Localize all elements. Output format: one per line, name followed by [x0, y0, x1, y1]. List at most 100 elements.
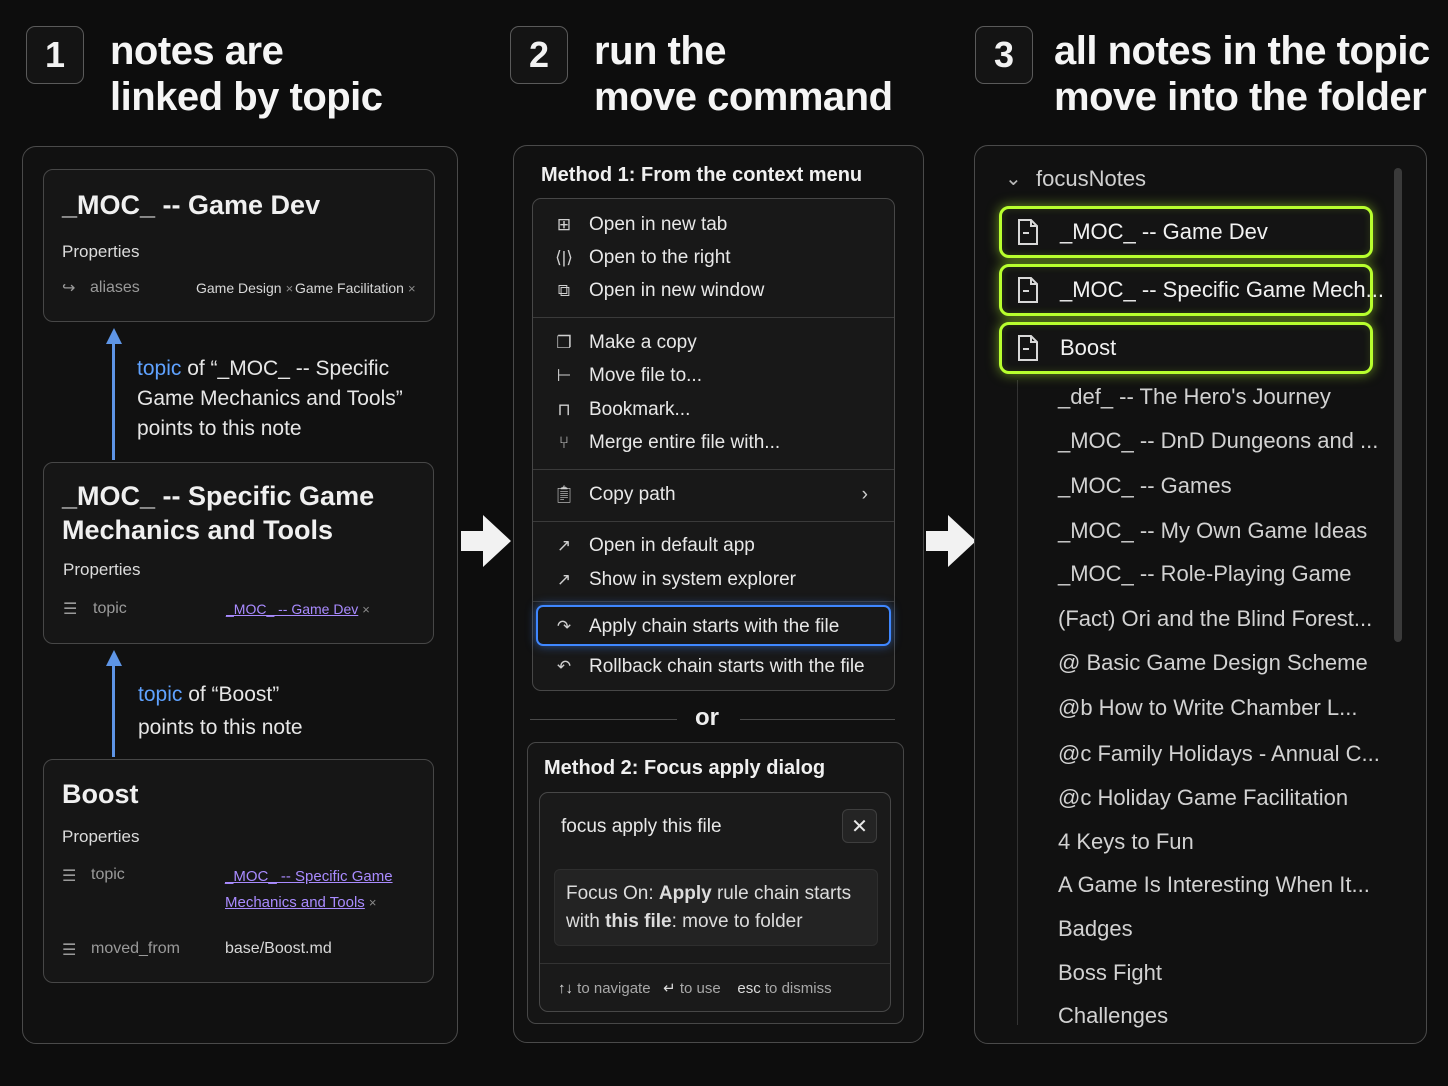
alias-label: Game Facilitation — [295, 280, 404, 296]
tree-item[interactable]: A Game Is Interesting When It... — [1058, 872, 1370, 898]
menu-item-rollback-chain[interactable]: ↶ Rollback chain starts with the file — [533, 651, 894, 683]
note-title-line: Mechanics and Tools — [62, 515, 334, 545]
step-title-line: run the — [594, 29, 727, 73]
tree-item[interactable]: @c Holiday Game Facilitation — [1058, 785, 1348, 811]
next-step-arrow-icon — [461, 515, 511, 567]
properties-label: Properties — [63, 560, 141, 579]
menu-item-copy-path[interactable]: 📋︎ Copy path › — [533, 479, 894, 511]
note-card-specific-game-mechanics[interactable]: _MOC_ -- Specific Game Mechanics and Too… — [43, 462, 434, 644]
suggestion-part: : move to folder — [671, 911, 803, 932]
properties-label: Properties — [62, 827, 140, 846]
folder-focusnotes[interactable]: focusNotes — [1036, 166, 1146, 192]
method-2-title: Method 2: Focus apply dialog — [544, 757, 826, 779]
tree-item[interactable]: _MOC_ -- My Own Game Ideas — [1058, 518, 1367, 544]
remove-topic-icon[interactable]: × — [369, 895, 377, 910]
topic-link[interactable]: _MOC_ -- Game Dev × — [226, 601, 370, 617]
property-key-topic: topic — [91, 866, 125, 883]
menu-item-open-right[interactable]: ⟨|⟩ Open to the right — [533, 242, 894, 274]
file-label: _MOC_ -- Specific Game Mech... — [1060, 277, 1384, 302]
note-card-game-dev[interactable]: _MOC_ -- Game Dev Properties ↪ aliases G… — [43, 169, 435, 322]
menu-item-label: Merge entire file with... — [589, 432, 781, 453]
tree-item[interactable]: @b How to Write Chamber L... — [1058, 695, 1357, 721]
remove-alias-icon[interactable]: × — [286, 281, 294, 296]
menu-item-open-new-tab[interactable]: ⊞ Open in new tab — [533, 209, 894, 241]
suggestion-part: with — [566, 911, 606, 932]
dialog-input[interactable]: focus apply this file — [561, 816, 722, 838]
suggestion-text: Focus On: Apply rule chain starts with t… — [566, 880, 851, 936]
properties-label: Properties — [62, 242, 140, 261]
tree-item[interactable]: _MOC_ -- Games — [1058, 473, 1232, 499]
explanation-line: points to this note — [138, 716, 303, 739]
alias-tag[interactable]: Game Facilitation × — [295, 280, 416, 296]
menu-item-make-copy[interactable]: ❐ Make a copy — [533, 327, 894, 359]
menu-item-label: Show in system explorer — [589, 569, 796, 590]
topic-link[interactable]: _MOC_ -- Specific Game Mechanics and Too… — [225, 864, 393, 916]
tree-item[interactable]: (Fact) Ori and the Blind Forest... — [1058, 606, 1372, 632]
topic-link-label[interactable]: Mechanics and Tools — [225, 894, 365, 911]
menu-item-merge[interactable]: ⑂ Merge entire file with... — [533, 427, 894, 459]
tree-item[interactable]: @ Basic Game Design Scheme — [1058, 650, 1368, 676]
menu-item-open-window[interactable]: ⧉ Open in new window — [533, 275, 894, 307]
explanation-line: topic of “Boost” — [138, 678, 303, 711]
tree-item[interactable]: Boss Fight — [1058, 960, 1162, 986]
topic-link-label[interactable]: _MOC_ -- Specific Game — [225, 864, 393, 890]
list-icon: ☰ — [62, 868, 77, 885]
explanation-line: points to this note — [137, 417, 302, 440]
remove-alias-icon[interactable]: × — [408, 281, 416, 296]
topic-link-label[interactable]: _MOC_ -- Game Dev — [226, 601, 358, 617]
tree-item[interactable]: _MOC_ -- Role-Playing Game — [1058, 561, 1351, 587]
note-title-line: _MOC_ -- Specific Game — [62, 481, 375, 511]
close-icon[interactable]: ✕ — [842, 809, 877, 843]
menu-separator — [533, 521, 894, 522]
list-icon: ☰ — [63, 601, 78, 618]
use-hint: to use — [679, 980, 721, 997]
alias-label: Game Design — [196, 280, 282, 296]
chevron-down-icon[interactable]: ⌄ — [1005, 166, 1022, 191]
note-title: _MOC_ -- Game Dev — [62, 190, 321, 220]
suggestion-bold: this file — [605, 911, 672, 932]
menu-item-label: Rollback chain starts with the file — [589, 656, 865, 677]
navigate-keys: ↑↓ — [558, 980, 573, 997]
menu-item-label: Make a copy — [589, 332, 697, 353]
alias-arrow-icon: ↪ — [62, 280, 76, 297]
file-icon — [1018, 219, 1038, 245]
link-explanation-1: topic of “_MOC_ -- Specific Game Mechani… — [137, 354, 403, 444]
undo-icon: ↶ — [556, 657, 572, 676]
redo-icon: ↷ — [556, 617, 572, 636]
moved-from-value[interactable]: base/Boost.md — [225, 940, 332, 958]
step-title-3: all notes in the topic move into the fol… — [1054, 28, 1430, 120]
esc-key: esc — [737, 980, 761, 997]
tree-item[interactable]: Badges — [1058, 916, 1133, 942]
tree-item[interactable]: @c Family Holidays - Annual C... — [1058, 741, 1380, 767]
note-title: Boost — [62, 779, 139, 809]
scrollbar-thumb[interactable] — [1394, 168, 1402, 642]
dialog-separator — [540, 963, 890, 964]
menu-item-apply-chain[interactable]: ↷ Apply chain starts with the file — [533, 611, 894, 643]
step-title-line: notes are — [110, 29, 284, 73]
file-label: _MOC_ -- Game Dev — [1060, 219, 1268, 244]
suggestion-part: Focus On: — [566, 883, 659, 904]
tree-item[interactable]: 4 Keys to Fun — [1058, 829, 1194, 855]
clipboard-icon: 📋︎ — [553, 485, 575, 504]
dismiss-hint: to dismiss — [764, 980, 832, 997]
menu-item-bookmark[interactable]: ⊓ Bookmark... — [533, 394, 894, 426]
topic-keyword: topic — [137, 357, 182, 380]
tree-item[interactable]: _MOC_ -- DnD Dungeons and ... — [1058, 428, 1378, 454]
alias-tag[interactable]: Game Design × — [196, 280, 293, 296]
suggestion-item[interactable]: Focus On: Apply rule chain starts with t… — [554, 869, 878, 946]
menu-item-show-explorer[interactable]: ↗ Show in system explorer — [533, 564, 894, 596]
note-card-boost[interactable]: Boost Properties ☰ topic _MOC_ -- Specif… — [43, 759, 434, 983]
or-divider-line — [530, 719, 677, 720]
remove-topic-icon[interactable]: × — [362, 602, 370, 617]
tree-item[interactable]: Challenges — [1058, 1003, 1168, 1029]
menu-item-label: Copy path — [589, 484, 676, 505]
moved-file-boost[interactable] — [999, 322, 1373, 374]
file-icon — [1018, 277, 1038, 303]
menu-item-move-file[interactable]: ⊢ Move file to... — [533, 360, 894, 392]
explanation-text: of “_MOC_ -- Specific — [187, 357, 390, 380]
menu-item-open-default-app[interactable]: ↗ Open in default app — [533, 530, 894, 562]
tree-item[interactable]: _def_ -- The Hero's Journey — [1058, 384, 1331, 410]
method-1-title: Method 1: From the context menu — [541, 164, 863, 186]
property-key-aliases: aliases — [90, 279, 140, 296]
tree-indent-guide — [1017, 380, 1018, 1025]
